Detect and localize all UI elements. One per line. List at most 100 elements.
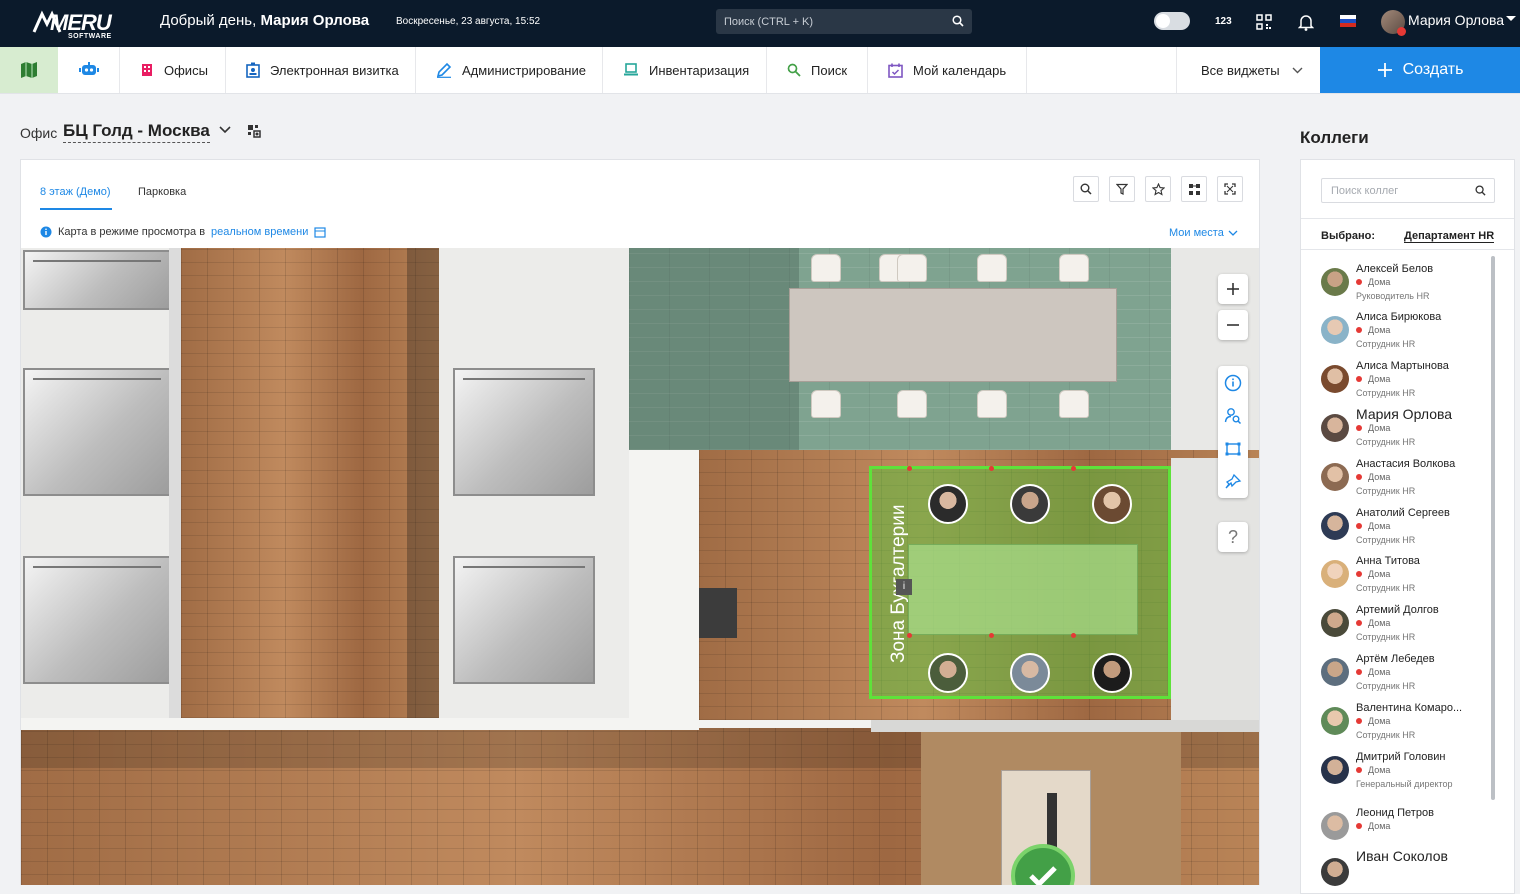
selected-label: Выбрано: [1321,230,1375,242]
badge-icon [246,62,260,78]
pin-button[interactable] [1218,465,1248,498]
zone-info-icon[interactable]: i [896,579,912,595]
list-item[interactable]: Анна Титова Дома Сотрудник HR [1321,548,1491,596]
colleague-name: Валентина Комаро... [1356,702,1463,714]
zone-anchor[interactable] [989,633,994,638]
area-select-button[interactable] [1218,432,1248,465]
divider [1301,249,1514,250]
meeting-room[interactable] [23,250,171,310]
colleague-role: Сотрудник HR [1356,681,1416,691]
office-selector[interactable]: БЦ Голд - Москва [63,121,210,143]
seat-avatar[interactable] [928,484,968,524]
avatar [1321,365,1349,393]
list-item[interactable]: Валентина Комаро... Дома Сотрудник HR [1321,695,1491,743]
list-item[interactable]: Артём Лебедев Дома Сотрудник HR [1321,646,1491,694]
list-item[interactable]: Анатолий Сергеев Дома Сотрудник HR [1321,500,1491,548]
create-button[interactable]: Создать [1320,47,1520,93]
search-icon[interactable] [952,15,964,27]
colleague-search[interactable] [1321,178,1495,203]
colleague-name: Анатолий Сергеев [1356,507,1450,519]
list-item[interactable]: Анастасия Волкова Дома Сотрудник HR [1321,451,1491,499]
colleague-role: Сотрудник HR [1356,583,1416,593]
list-item[interactable]: Алиса Мартынова Дома Сотрудник HR [1321,353,1491,401]
list-item[interactable]: Дмитрий Головин Дома Генеральный директо… [1321,744,1491,792]
map-search-button[interactable] [1073,176,1099,202]
user-name[interactable]: Мария Орлова [1408,12,1504,28]
colleague-role: Сотрудник HR [1356,437,1416,447]
seat-avatar[interactable] [928,653,968,693]
calendar-icon [888,63,903,78]
counter-label[interactable]: 123 [1215,16,1232,27]
russian-flag-icon[interactable] [1340,15,1356,27]
selected-department[interactable]: Департамент HR [1404,230,1495,243]
info-button[interactable] [1218,366,1248,399]
seat-avatar[interactable] [1092,653,1132,693]
colleague-search-input[interactable] [1331,184,1471,198]
nav-item-business-card[interactable]: Электронная визитка [226,47,416,93]
nav-item-offices[interactable]: Офисы [120,47,226,93]
seat-avatar[interactable] [1010,484,1050,524]
floor-plan-icon[interactable] [247,124,262,139]
zone-desk[interactable] [908,544,1138,635]
colleague-name: Артём Лебедев [1356,653,1435,665]
nav-item-search[interactable]: Поиск [767,47,868,93]
floor-plan-map[interactable]: Зона Бухгалтерии i ? [21,248,1259,885]
accounting-zone[interactable]: Зона Бухгалтерии i [869,466,1171,699]
nav-item-inventory[interactable]: Инвентаризация [603,47,767,93]
hall-floor [629,448,699,728]
map-filter-button[interactable] [1109,176,1135,202]
meeting-room[interactable] [453,368,595,496]
workstation-table[interactable] [789,288,1117,382]
list-item[interactable]: Иван Соколов [1321,844,1491,892]
tab-floor-8[interactable]: 8 этаж (Демо) [40,186,112,210]
meeting-room[interactable] [453,556,595,684]
zoom-out-button[interactable] [1218,310,1248,340]
nav-item-label: Инвентаризация [649,62,750,78]
nav-assistant-button[interactable] [58,47,120,93]
meeting-room[interactable] [23,556,171,684]
user-search-button[interactable] [1218,399,1248,432]
chevron-down-icon[interactable] [1505,15,1517,23]
list-item[interactable]: Мария Орлова Дома Сотрудник HR [1321,402,1491,450]
list-item[interactable]: Алиса Бирюкова Дома Сотрудник HR [1321,304,1491,352]
zoom-out-icon [1227,324,1239,326]
map-fullscreen-button[interactable] [1217,176,1243,202]
nav-item-label: Мой календарь [913,62,1007,78]
global-search-input[interactable] [724,13,944,30]
my-places-dropdown[interactable]: Мои места [1169,227,1238,239]
nav-item-administration[interactable]: Администрирование [416,47,603,93]
chevron-down-icon[interactable] [219,126,231,134]
global-search[interactable] [716,9,972,34]
avatar [1321,512,1349,540]
zone-anchor[interactable] [907,466,912,471]
calendar-icon[interactable] [314,226,326,238]
theme-toggle[interactable] [1154,12,1190,30]
nav-map-button[interactable] [0,47,58,93]
my-places-label: Мои места [1169,227,1224,239]
list-item[interactable]: Артемий Долгов Дома Сотрудник HR [1321,597,1491,645]
zone-anchor[interactable] [989,466,994,471]
qr-code-icon[interactable] [1256,14,1272,30]
meru-logo[interactable]: MERU SOFTWARE [32,6,112,40]
tab-parking[interactable]: Парковка [138,186,186,198]
list-item[interactable]: Алексей Белов Дома Руководитель HR [1321,256,1491,304]
map-favorites-button[interactable] [1145,176,1171,202]
zone-anchor[interactable] [1071,466,1076,471]
map-layout-button[interactable] [1181,176,1207,202]
realtime-link[interactable]: реальном времени [211,226,308,238]
printer[interactable] [699,588,737,638]
colleague-list-scrollbar[interactable] [1491,256,1495,800]
seat-avatar[interactable] [1010,653,1050,693]
all-widgets-dropdown[interactable]: Все виджеты [1176,47,1320,93]
bell-icon[interactable] [1298,13,1314,31]
zone-anchor[interactable] [907,633,912,638]
nav-item-calendar[interactable]: Мой календарь [868,47,1027,93]
help-button[interactable]: ? [1218,522,1248,552]
list-item[interactable]: Леонид Петров Дома [1321,800,1491,848]
seat-avatar[interactable] [1092,484,1132,524]
search-icon[interactable] [1475,185,1486,196]
zone-anchor[interactable] [1071,633,1076,638]
meeting-room[interactable] [23,368,171,496]
zoom-in-button[interactable] [1218,274,1248,304]
colleague-name: Анна Титова [1356,555,1420,567]
